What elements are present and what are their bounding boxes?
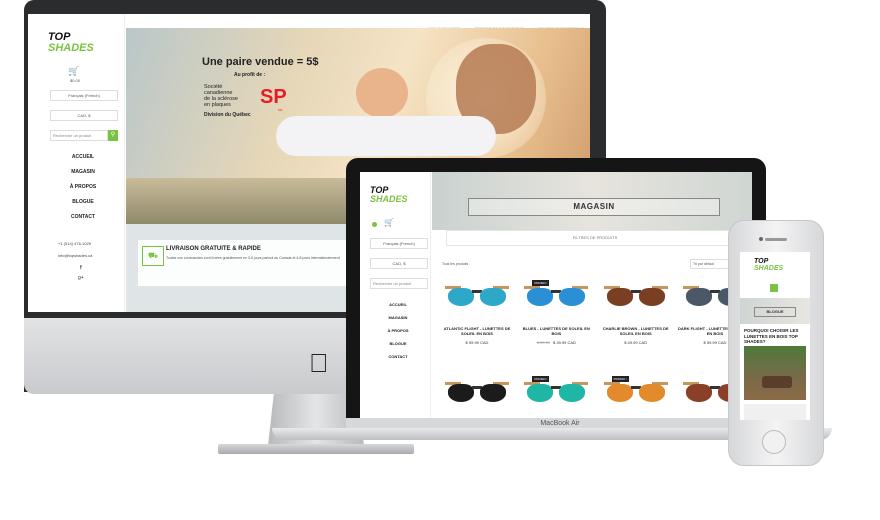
product-price: $ 59.99 CAD: [465, 340, 489, 345]
laptop-menu: ACCUEIL MAGASIN À PROPOS BLOGUE CONTACT: [370, 302, 426, 367]
sunglasses-image: PROMO !: [603, 376, 668, 404]
laptop-menu-blogue[interactable]: BLOGUE: [370, 341, 426, 346]
hero-headline: Une paire vendue = 5$: [202, 56, 319, 68]
lens: [480, 288, 506, 306]
laptop-menu-contact[interactable]: CONTACT: [370, 354, 426, 359]
cart-icon[interactable]: 🛒: [68, 66, 79, 77]
speaker-grille: [765, 238, 787, 241]
site-logo[interactable]: TOP SHADES: [48, 32, 94, 54]
laptop-logo[interactable]: TOP SHADES: [370, 186, 408, 204]
product-price-block: $ 59.99 $ 39.99 CAD: [519, 340, 593, 345]
apple-logo-icon: : [309, 348, 329, 379]
org-name: Société canadienne de la sclérose en pla…: [204, 84, 238, 108]
product-price: $ 49.99 CAD: [624, 340, 648, 345]
sunglasses-image: PROMO !: [524, 280, 589, 308]
product-card[interactable]: ATLANTIC FLIGHT - LUNETTES DE SOLEIL EN …: [440, 282, 514, 345]
facebook-icon[interactable]: f: [80, 265, 82, 271]
mobile-logo-line2: SHADES: [754, 265, 784, 272]
sunglasses-image: [445, 282, 509, 308]
blog-title: BLOGUE: [754, 307, 796, 317]
laptop-search-input[interactable]: Recherche un produit: [370, 278, 428, 289]
laptop-menu-accueil[interactable]: ACCUEIL: [370, 302, 426, 307]
mobile-site: TOP SHADES BLOGUE POURQUOI CHOISIR LES L…: [740, 252, 810, 420]
product-card[interactable]: PROMO !: [519, 376, 593, 404]
search-icon: ⚲: [110, 132, 116, 138]
shop-title: MAGASIN: [468, 198, 720, 216]
laptop-menu-magasin[interactable]: MAGASIN: [370, 315, 426, 320]
product-card[interactable]: PROMO ! BLUES - LUNETTES DE SOLEIL EN BO…: [519, 280, 593, 345]
laptop-cart-icon[interactable]: 🛒: [384, 218, 394, 227]
search-button[interactable]: ⚲: [108, 130, 118, 141]
menu-a-propos[interactable]: À PROPOS: [50, 184, 116, 190]
menu-toggle-icon[interactable]: [770, 284, 778, 292]
email-link[interactable]: info@topshades.ca: [58, 253, 92, 258]
cart-total: $0.00: [70, 78, 81, 83]
laptop-menu-a-propos[interactable]: À PROPOS: [370, 328, 426, 333]
ms-logo-small: MS: [278, 108, 283, 112]
shipping-title: LIVRAISON GRATUITE & RAPIDE: [166, 246, 261, 252]
sunglasses-image: [603, 282, 668, 308]
cart-dot-icon: [372, 222, 377, 227]
home-button[interactable]: [762, 430, 786, 454]
lens: [448, 288, 474, 306]
mobile-logo-line1: TOP: [754, 258, 769, 265]
menu-accueil[interactable]: ACCUEIL: [50, 154, 116, 160]
child-photo: [356, 68, 408, 118]
macbook-brand: MacBook Air: [540, 420, 580, 427]
product-name[interactable]: BLUES - LUNETTES DE SOLEIL EN BOIS: [519, 326, 593, 336]
post-footer: [744, 404, 806, 420]
imac-foot: [218, 444, 414, 454]
product-name[interactable]: ATLANTIC FLIGHT - LUNETTES DE SOLEIL EN …: [440, 326, 514, 336]
hero-sub: Au profit de :: [234, 72, 266, 78]
post-title[interactable]: POURQUOI CHOISIR LES LUNETTES EN BOIS TO…: [744, 328, 806, 345]
menu-magasin[interactable]: MAGASIN: [50, 169, 116, 175]
laptop-currency-select[interactable]: CAD, $: [370, 258, 428, 269]
phone-number[interactable]: +1 (514) 476-1029: [58, 241, 91, 246]
child-shirt: [276, 116, 496, 156]
laptop-sidebar: TOP SHADES 🛒 Français (French) CAD, $ Re…: [360, 172, 431, 418]
shipping-text: Toutes nos commandes sont livrées gratui…: [166, 256, 340, 260]
product-name[interactable]: CHARLIE BROWN - LUNETTES DE SOLEIL EN BO…: [599, 326, 673, 336]
desktop-sidebar: TOP SHADES 🛒 $0.00 Français (French) CAD…: [28, 14, 125, 312]
filter-bar[interactable]: FILTRES DE PRODUITS: [446, 230, 744, 246]
sunglasses-image: PROMO !: [524, 376, 589, 404]
hero-division: Division du Québec: [204, 112, 251, 118]
top-nav: NOS GARANTIES TERMES ET CONDITIONS POLIT…: [126, 14, 590, 31]
currency-select[interactable]: CAD, $: [50, 110, 118, 121]
product-price: $ 39.99 CAD: [553, 340, 576, 345]
sunglasses-image: [445, 378, 509, 404]
language-select[interactable]: Français (French): [50, 90, 118, 101]
org-line4: en plaques: [204, 102, 231, 108]
main-menu: ACCUEIL MAGASIN À PROPOS BLOGUE CONTACT: [50, 154, 116, 229]
product-card[interactable]: [440, 378, 514, 404]
product-card[interactable]: PROMO !: [599, 376, 673, 404]
google-plus-icon[interactable]: g+: [78, 275, 84, 281]
old-price: $ 59.99: [536, 340, 551, 345]
laptop-logo-line2: SHADES: [370, 194, 408, 204]
mobile-logo[interactable]: TOP SHADES: [754, 258, 783, 272]
truck-icon: ⛟: [142, 246, 164, 266]
logo-line2: SHADES: [48, 42, 94, 54]
product-card[interactable]: CHARLIE BROWN - LUNETTES DE SOLEIL EN BO…: [599, 282, 673, 345]
camera-icon: [759, 237, 763, 241]
menu-blogue[interactable]: BLOGUE: [50, 199, 116, 205]
ms-society-logo: SP: [260, 86, 287, 108]
shipping-box: ⛟ LIVRAISON GRATUITE & RAPIDE Toutes nos…: [138, 240, 348, 286]
results-count: Tous les produits: [442, 262, 469, 266]
product-row-2: PROMO ! PROMO !: [440, 376, 752, 404]
post-image[interactable]: [744, 346, 806, 400]
laptop-site: TOP SHADES 🛒 Français (French) CAD, $ Re…: [360, 172, 752, 418]
laptop-language-select[interactable]: Français (French): [370, 238, 428, 249]
menu-contact[interactable]: CONTACT: [50, 214, 116, 220]
bench-shape: [762, 376, 792, 388]
search-input[interactable]: Recherche un produit: [50, 130, 108, 141]
product-row-1: ATLANTIC FLIGHT - LUNETTES DE SOLEIL EN …: [440, 280, 752, 345]
blog-banner: BLOGUE: [740, 298, 810, 324]
